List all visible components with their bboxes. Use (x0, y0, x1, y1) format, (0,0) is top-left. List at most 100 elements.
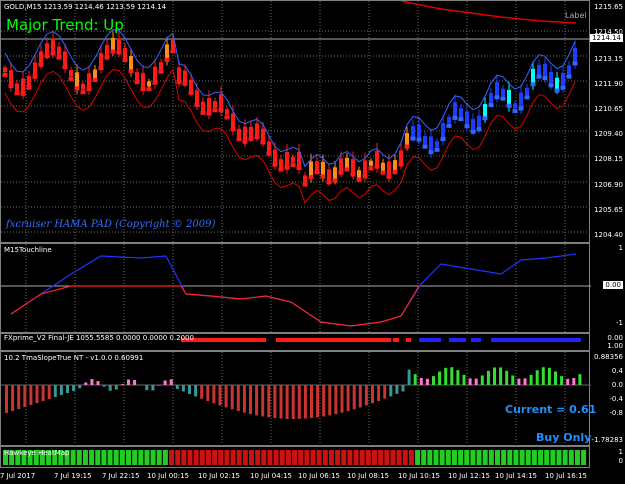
hama-block (524, 95, 530, 100)
hama-block (314, 170, 320, 175)
heatmap-cell (458, 450, 464, 465)
touchline-plot[interactable] (0, 243, 591, 334)
heatmap-cell (175, 450, 181, 465)
heatmap-cell (107, 450, 113, 465)
price-tick: 1205.65 (594, 206, 623, 214)
candle-body (165, 44, 169, 60)
candle-body (549, 71, 553, 85)
tma-slope-pane[interactable]: 10.2 TmaSlopeTrue NT - v1.0.0 0.60991 Cu… (0, 351, 625, 447)
price-tick: 1208.15 (594, 155, 623, 163)
tma-histogram-bar (47, 385, 51, 399)
hama-block (296, 166, 302, 171)
heatmap-cell (199, 450, 205, 465)
fxprime-bull-bar (491, 338, 581, 342)
tma-histogram-bar (529, 374, 533, 385)
hama-block (26, 85, 32, 90)
tma-histogram-bar (72, 385, 76, 391)
heatmap-cell (218, 450, 224, 465)
heatmap-cell (574, 450, 580, 465)
candle-body (237, 128, 241, 138)
candle-body (387, 161, 391, 177)
tma-histogram-bar (151, 385, 155, 391)
heatmap-cell (193, 450, 199, 465)
fxprime-pane[interactable]: FXprime_V2 Final-JE 1055.5585 0.0000 0.0… (0, 333, 625, 351)
long-ma-line (400, 1, 577, 24)
tma-histogram-bar (572, 378, 576, 385)
hama-block (224, 115, 230, 120)
tma-histogram-bar (310, 385, 313, 419)
heatmap-cell (408, 450, 414, 465)
hama-block (548, 83, 554, 88)
tma-histogram-bar (364, 385, 368, 406)
heatmap-cell (279, 450, 285, 465)
hawkeye-svg (3, 450, 587, 465)
hama-block (74, 86, 80, 91)
hawkeye-tick: 0 (618, 457, 623, 465)
hama-block (410, 136, 416, 141)
touchline-pane[interactable]: M15Touchline 1 0.00 -1 (0, 243, 625, 334)
candle-body (75, 72, 79, 89)
candle-body (231, 113, 235, 130)
heatmap-cell (132, 450, 138, 465)
heatmap-cell (162, 450, 168, 465)
hama-block (386, 174, 392, 179)
hama-block (134, 80, 140, 85)
heatmap-cell (236, 450, 242, 465)
fxprime-bear-bar (393, 338, 399, 342)
tma-histogram-bar (432, 376, 435, 385)
heatmap-cell (95, 450, 101, 465)
tma-histogram-bar (41, 385, 45, 401)
hama-block (506, 103, 512, 108)
candle-body (9, 70, 13, 87)
candle-body (27, 75, 31, 87)
heatmap-cell (476, 450, 482, 465)
candle-body (51, 38, 55, 53)
candle-body (465, 111, 469, 126)
tma-histogram-bar (517, 378, 521, 385)
hama-block (542, 76, 548, 81)
hawkeye-pane[interactable]: Hawkeye HeatMap 1 0 (0, 446, 625, 468)
candle-body (471, 119, 475, 131)
time-tick: 10 Jul 14:15 (495, 472, 537, 480)
candle-body (153, 66, 157, 83)
tma-histogram-bar (474, 378, 478, 385)
hama-block (62, 65, 68, 70)
tma-slope-plot[interactable] (0, 351, 591, 447)
hama-block (266, 151, 272, 156)
main-plot-area[interactable] (0, 0, 591, 244)
tma-histogram-bar (206, 385, 210, 402)
hama-block (530, 82, 536, 87)
hama-block (512, 109, 518, 114)
price-tick: 1206.90 (594, 181, 623, 189)
fxprime-bear-bar (406, 338, 411, 342)
heatmap-cell (525, 450, 531, 465)
hama-block (146, 87, 152, 92)
hawkeye-plot[interactable] (0, 446, 590, 468)
heatmap-cell (427, 450, 433, 465)
hama-block (302, 182, 308, 187)
heatmap-cell (372, 450, 377, 465)
candle-body (87, 73, 91, 90)
tma-histogram-bar (188, 385, 191, 394)
heatmap-cell (113, 450, 119, 465)
hama-block (236, 137, 242, 142)
tma-histogram-bar (145, 385, 149, 391)
heatmap-cell (445, 450, 451, 465)
hama-block (398, 162, 404, 167)
heatmap-cell (328, 450, 334, 465)
main-chart-pane[interactable]: GOLD,M15 1213.59 1214.46 1213.59 1214.14… (0, 0, 625, 244)
candle-body (393, 160, 397, 171)
touchline-scale: 1 0.00 -1 (590, 243, 625, 333)
tma-histogram-bar (108, 385, 112, 391)
hama-block (404, 144, 410, 149)
candle-body (93, 69, 97, 79)
candle-body (453, 102, 457, 118)
candle-body (351, 159, 355, 175)
hama-block (122, 58, 128, 63)
time-tick: 10 Jul 08:15 (347, 472, 389, 480)
tma-histogram-bar (212, 385, 216, 404)
heatmap-cell (439, 450, 445, 465)
heatmap-cell (249, 450, 254, 465)
main-price-svg (1, 1, 591, 244)
time-tick: 10 Jul 04:15 (250, 472, 292, 480)
